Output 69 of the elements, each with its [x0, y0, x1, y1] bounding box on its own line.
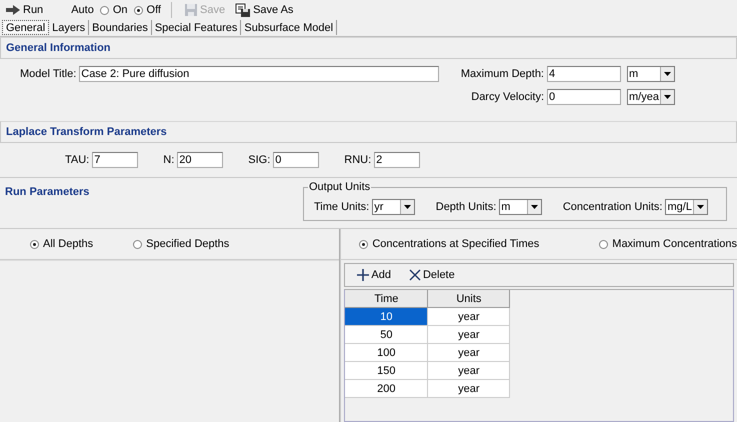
section-header: General Information: [0, 37, 737, 59]
option-label: On: [112, 4, 128, 16]
close-icon: [408, 269, 421, 281]
field-label: N:: [163, 154, 174, 166]
caret-icon: [404, 205, 411, 209]
caret-icon: [530, 205, 538, 209]
input-field[interactable]: 2: [374, 152, 420, 168]
unit-dropdown[interactable]: m/yea: [627, 89, 675, 105]
unit-dropdown[interactable]: m: [627, 66, 675, 82]
field-label: Depth Units:: [436, 201, 496, 213]
tab[interactable]: Layers: [49, 20, 90, 35]
input-field[interactable]: 7: [92, 152, 138, 168]
arrow-icon: [5, 4, 21, 16]
delete-button[interactable]: Delete: [406, 269, 457, 281]
unit-dropdown[interactable]: yr: [372, 199, 415, 215]
tab[interactable]: Subsurface Model: [241, 20, 338, 35]
column-header: Units: [428, 290, 510, 308]
input-field[interactable]: 20: [177, 152, 224, 168]
input-field[interactable]: 4: [547, 66, 621, 82]
radio-button[interactable]: [134, 6, 143, 14]
model-title-field[interactable]: Case 2: Pure diffusion: [79, 66, 440, 82]
field-label: RNU:: [344, 154, 372, 166]
radio-button[interactable]: [599, 240, 608, 248]
table-cell[interactable]: year: [428, 380, 510, 398]
save-as-button[interactable]: Save As: [233, 2, 296, 18]
table-cell[interactable]: 50: [345, 326, 428, 344]
input-field[interactable]: 0: [273, 152, 320, 168]
option-label: Concentrations at Specified Times: [372, 238, 540, 250]
auto-label: Auto: [71, 4, 94, 16]
radio-button[interactable]: [100, 6, 109, 14]
field-label: SIG:: [248, 154, 270, 166]
tab[interactable]: Boundaries: [89, 20, 152, 35]
field-label: Maximum Depth:: [460, 68, 544, 80]
save-as-icon: [235, 2, 252, 18]
field-label: Time Units:: [314, 201, 370, 213]
field-label: Concentration Units:: [562, 201, 662, 213]
option-label: Off: [146, 4, 161, 16]
unit-dropdown[interactable]: mg/L: [665, 199, 708, 215]
field-label: Darcy Velocity:: [471, 91, 544, 103]
unit-dropdown[interactable]: m: [499, 199, 542, 215]
table-cell[interactable]: year: [428, 362, 510, 380]
radio-button[interactable]: [359, 240, 368, 248]
table-cell[interactable]: 200: [345, 380, 428, 398]
section-header: Laplace Transform Parameters: [0, 121, 737, 143]
table-cell[interactable]: 10: [345, 308, 428, 326]
table-cell[interactable]: year: [428, 344, 510, 362]
group-title: Output Units: [308, 181, 372, 193]
radio-button[interactable]: [133, 240, 142, 248]
tab[interactable]: Special Features: [152, 20, 242, 35]
plus-icon: [357, 269, 370, 281]
table-cell[interactable]: 100: [345, 344, 428, 362]
option-label: All Depths: [43, 238, 94, 250]
option-label: Maximum Concentrations: [612, 238, 737, 250]
radio-button[interactable]: [30, 240, 39, 248]
table-cell[interactable]: 150: [345, 362, 428, 380]
field-label: TAU:: [65, 154, 90, 166]
section-header: Run Parameters: [5, 186, 90, 200]
field-label: Model Title:: [20, 68, 76, 80]
caret-icon: [664, 95, 671, 99]
option-label: Specified Depths: [146, 238, 230, 250]
column-header: Time: [345, 290, 428, 308]
run-button[interactable]: Run: [3, 4, 46, 16]
table-cell[interactable]: year: [428, 326, 510, 344]
input-field[interactable]: 0: [547, 89, 621, 105]
table-cell[interactable]: year: [428, 308, 510, 326]
add-button[interactable]: Add: [355, 269, 393, 281]
tab[interactable]: General: [2, 20, 50, 35]
caret-icon: [697, 205, 704, 209]
caret-icon: [664, 72, 671, 76]
